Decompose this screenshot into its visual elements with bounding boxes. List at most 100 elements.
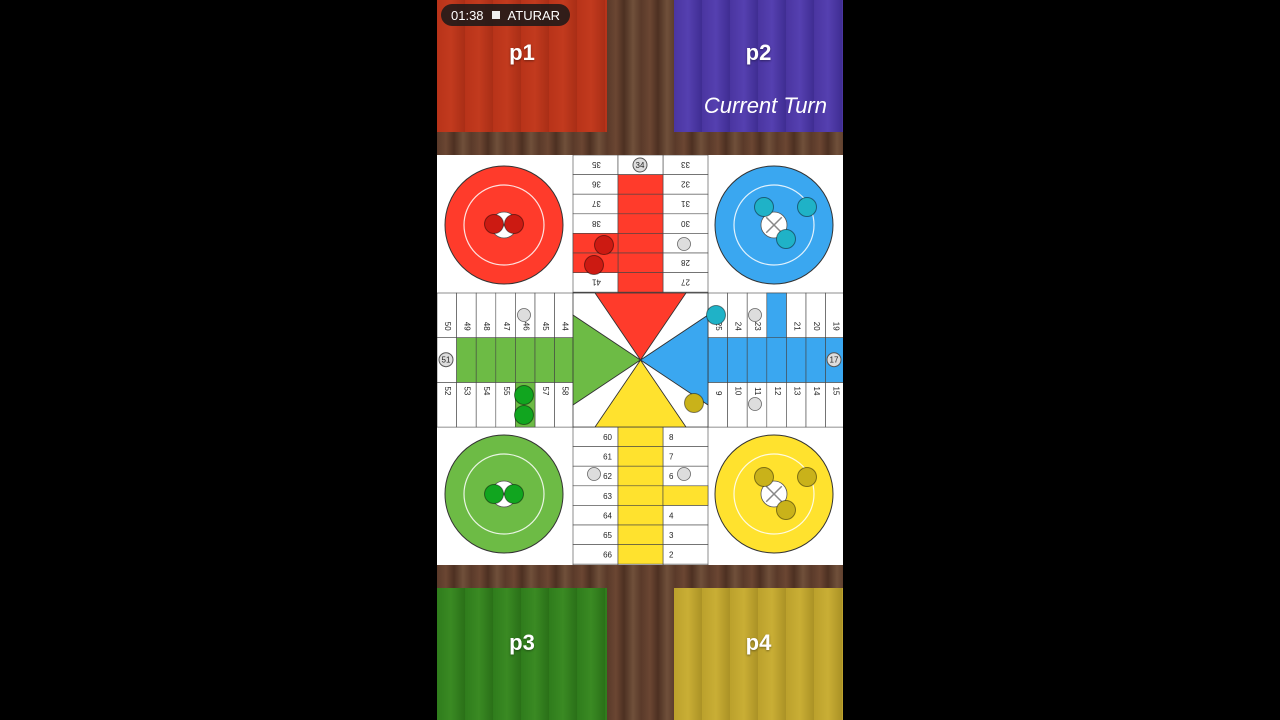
green-token[interactable] xyxy=(484,484,504,504)
right-bottom-number: 10 xyxy=(734,386,743,395)
right-top-cell[interactable] xyxy=(727,292,748,339)
yellow-lane-cell[interactable] xyxy=(617,465,664,487)
yellow-token[interactable] xyxy=(776,500,796,520)
left-top-number: 48 xyxy=(482,322,491,331)
bottom-left-number: 66 xyxy=(603,551,612,560)
left-top-number: 47 xyxy=(502,322,511,331)
blue-token[interactable] xyxy=(706,305,726,325)
game-screen: p1 p2 Current Turn p3 p4 01:38 ATURAR 35… xyxy=(437,0,843,720)
player-name: p1 xyxy=(509,40,535,65)
board-canvas[interactable]: 3533363237313830392940284127422634608617… xyxy=(437,155,843,565)
right-top-number: 19 xyxy=(832,322,841,331)
yellow-lane-cell[interactable] xyxy=(617,505,664,526)
blue-lane-cell[interactable] xyxy=(707,337,728,383)
left-top-cell[interactable] xyxy=(475,292,497,339)
left-bottom-number: 54 xyxy=(482,386,491,395)
blue-token[interactable] xyxy=(797,197,817,217)
red-token[interactable] xyxy=(594,235,614,255)
bottom-left-cell[interactable] xyxy=(572,563,619,565)
bottom-left-number: 63 xyxy=(603,492,612,501)
blue-lane-cell[interactable] xyxy=(746,337,768,383)
red-token[interactable] xyxy=(504,214,524,234)
green-lane-cell[interactable] xyxy=(534,337,555,383)
left-bottom-number: 53 xyxy=(463,386,472,395)
left-top-cell[interactable] xyxy=(456,292,477,339)
blue-start-cell[interactable] xyxy=(766,292,787,339)
left-top-cell[interactable] xyxy=(534,292,555,339)
player-name: p2 xyxy=(745,40,772,65)
yellow-lane-cell[interactable] xyxy=(617,446,664,467)
screen-recording-bar[interactable]: 01:38 ATURAR xyxy=(441,4,571,26)
yellow-token[interactable] xyxy=(684,393,704,413)
bottom-left-number: 65 xyxy=(603,531,612,540)
green-lane-cell[interactable] xyxy=(495,337,516,383)
blue-lane-cell[interactable] xyxy=(786,337,807,383)
stop-recording-label[interactable]: ATURAR xyxy=(508,8,560,23)
left-top-number: 44 xyxy=(561,322,570,331)
blue-lane-cell[interactable] xyxy=(805,337,826,383)
bottom-right-cell[interactable] xyxy=(662,563,709,565)
left-top-cell[interactable] xyxy=(554,292,575,339)
left-bottom-number: 55 xyxy=(502,386,511,395)
yellow-token[interactable] xyxy=(754,467,774,487)
empty-spot-marker xyxy=(587,467,601,481)
blue-token[interactable] xyxy=(776,229,796,249)
yellow-lane-cell[interactable] xyxy=(617,426,664,447)
top-right-number: 28 xyxy=(681,258,690,267)
green-token[interactable] xyxy=(514,405,534,425)
red-lane-cell[interactable] xyxy=(617,272,664,293)
empty-spot-marker xyxy=(748,397,762,411)
green-lane-cell[interactable] xyxy=(554,337,575,383)
blue-lane-cell[interactable] xyxy=(766,337,787,383)
left-top-cell[interactable] xyxy=(495,292,516,339)
right-top-number: 20 xyxy=(812,322,821,331)
top-right-number: 27 xyxy=(681,278,690,287)
right-top-cell[interactable] xyxy=(786,292,807,339)
blue-token[interactable] xyxy=(754,197,774,217)
player-name: p3 xyxy=(509,630,535,655)
yellow-lane-cell[interactable] xyxy=(617,524,664,545)
red-lane-cell[interactable] xyxy=(617,233,664,254)
bottom-right-number: 2 xyxy=(669,551,674,560)
right-bottom-cell[interactable] xyxy=(707,382,728,428)
right-top-number: 23 xyxy=(753,322,762,331)
top-left-number: 41 xyxy=(591,278,600,287)
blue-lane-cell[interactable] xyxy=(727,337,748,383)
right-top-number: 21 xyxy=(792,322,801,331)
green-lane-cell[interactable] xyxy=(515,337,536,383)
bottom-right-number: 8 xyxy=(669,433,674,442)
red-lane-cell[interactable] xyxy=(617,193,664,215)
player-panel-p3[interactable]: p3 xyxy=(437,588,607,720)
yellow-start-cell[interactable] xyxy=(662,485,709,506)
green-lane-cell[interactable] xyxy=(475,337,497,383)
red-token[interactable] xyxy=(484,214,504,234)
top-right-number: 31 xyxy=(681,199,690,208)
red-lane-cell[interactable] xyxy=(617,174,664,195)
green-token[interactable] xyxy=(514,385,534,405)
red-token[interactable] xyxy=(584,255,604,275)
left-bottom-number: 57 xyxy=(541,386,550,395)
right-top-cell[interactable] xyxy=(825,292,843,339)
top-left-number: 36 xyxy=(591,180,600,189)
yellow-lane-cell[interactable] xyxy=(617,485,664,506)
red-lane-cell[interactable] xyxy=(617,213,664,234)
top-right-number: 32 xyxy=(681,180,690,189)
yellow-lane-cell[interactable] xyxy=(617,544,664,565)
right-top-number: 24 xyxy=(734,322,743,331)
yellow-lane-cell[interactable] xyxy=(617,563,664,565)
yellow-token[interactable] xyxy=(797,467,817,487)
ludo-board[interactable]: 3533363237313830392940284127422634608617… xyxy=(437,155,843,565)
top-right-number: 30 xyxy=(681,219,690,228)
left-bottom-number: 52 xyxy=(443,386,452,395)
player-panel-p4[interactable]: p4 xyxy=(674,588,843,720)
green-token[interactable] xyxy=(504,484,524,504)
stop-icon xyxy=(491,11,500,19)
right-bottom-number: 15 xyxy=(832,386,841,395)
left-top-cell[interactable] xyxy=(437,292,457,339)
safe-spot-number: 51 xyxy=(442,356,451,365)
green-lane-cell[interactable] xyxy=(456,337,477,383)
red-lane-cell[interactable] xyxy=(617,252,664,273)
right-top-cell[interactable] xyxy=(805,292,826,339)
top-right-number: 33 xyxy=(681,160,690,169)
player-panel-p2[interactable]: p2 Current Turn xyxy=(674,0,843,132)
